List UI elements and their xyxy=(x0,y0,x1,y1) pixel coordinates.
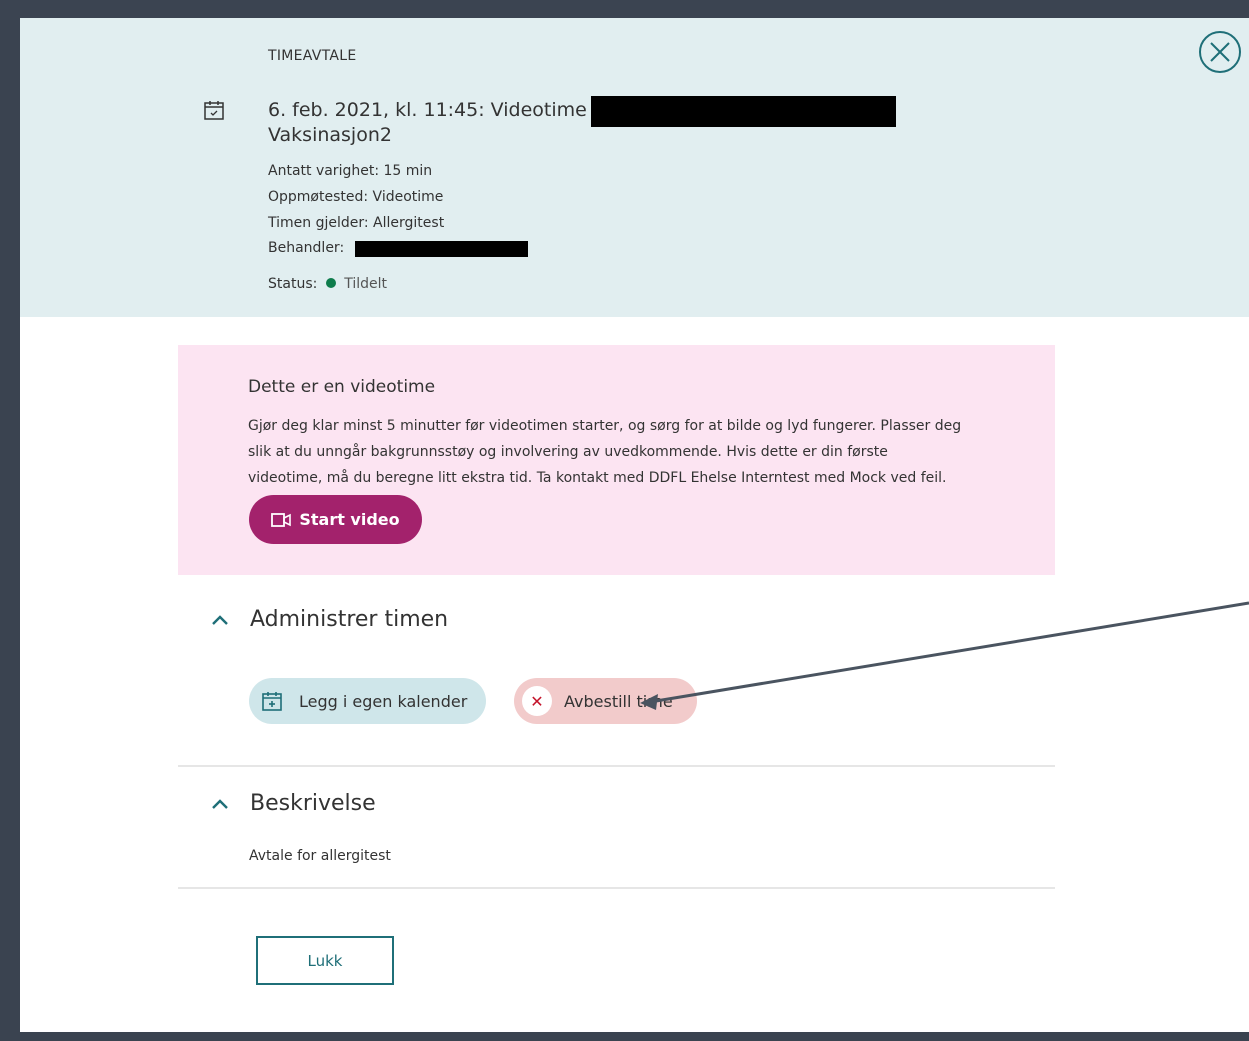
appointment-modal: TIMEAVTALE 6. feb. 2021, kl. 11:45: Vide… xyxy=(20,18,1249,1032)
start-video-label: Start video xyxy=(299,510,400,529)
redaction-bar xyxy=(355,241,528,257)
close-label: Lukk xyxy=(307,951,343,970)
description-section-toggle[interactable]: Beskrivelse xyxy=(210,791,376,816)
divider xyxy=(178,765,1055,767)
cancel-appointment-label: Avbestill time xyxy=(564,691,673,711)
status-label: Status: xyxy=(268,276,318,292)
divider xyxy=(178,887,1055,889)
status-value: Tildelt xyxy=(344,276,388,292)
manage-section-toggle[interactable]: Administrer timen xyxy=(210,607,448,632)
redaction-bar xyxy=(591,96,896,127)
appointment-header: TIMEAVTALE 6. feb. 2021, kl. 11:45: Vide… xyxy=(20,18,1249,317)
close-button[interactable]: Lukk xyxy=(256,936,394,985)
video-heading: Dette er en videotime xyxy=(248,377,436,397)
add-to-calendar-button[interactable]: Legg i egen kalender xyxy=(249,678,486,724)
duration-text: Antatt varighet: 15 min xyxy=(268,163,433,179)
video-text-line: videotime, må du beregne litt ekstra tid… xyxy=(248,470,947,486)
chevron-up-icon xyxy=(212,798,228,809)
description-heading: Beskrivelse xyxy=(250,791,376,816)
video-instructions: Gjør deg klar minst 5 minutter før video… xyxy=(248,413,1008,491)
calendar-icon xyxy=(204,101,224,120)
chevron-up-icon xyxy=(212,614,228,625)
x-icon: ✕ xyxy=(522,686,552,716)
location-text: Oppmøtested: Videotime xyxy=(268,189,444,205)
close-circle-icon[interactable] xyxy=(1198,30,1242,74)
status-dot xyxy=(325,278,336,288)
video-text-line: Gjør deg klar minst 5 minutter før video… xyxy=(248,418,962,434)
status-line: Status: Tildelt xyxy=(268,276,387,292)
concerns-text: Timen gjelder: Allergitest xyxy=(268,215,445,231)
add-to-calendar-label: Legg i egen kalender xyxy=(299,691,468,711)
video-info-box: Dette er en videotime Gjør deg klar mins… xyxy=(178,345,1055,575)
practitioner-label: Behandler: xyxy=(268,240,345,256)
appointment-kicker: TIMEAVTALE xyxy=(268,48,357,64)
video-text-line: slik at du unngår bakgrunnsstøy og invol… xyxy=(248,444,888,460)
calendar-add-icon xyxy=(262,692,282,711)
manage-heading: Administrer timen xyxy=(250,607,449,632)
backdrop xyxy=(0,0,1249,20)
video-camera-icon xyxy=(271,512,292,527)
start-video-button[interactable]: Start video xyxy=(249,495,422,544)
cancel-appointment-button[interactable]: ✕ Avbestill time xyxy=(514,678,697,724)
description-text: Avtale for allergitest xyxy=(249,848,391,864)
